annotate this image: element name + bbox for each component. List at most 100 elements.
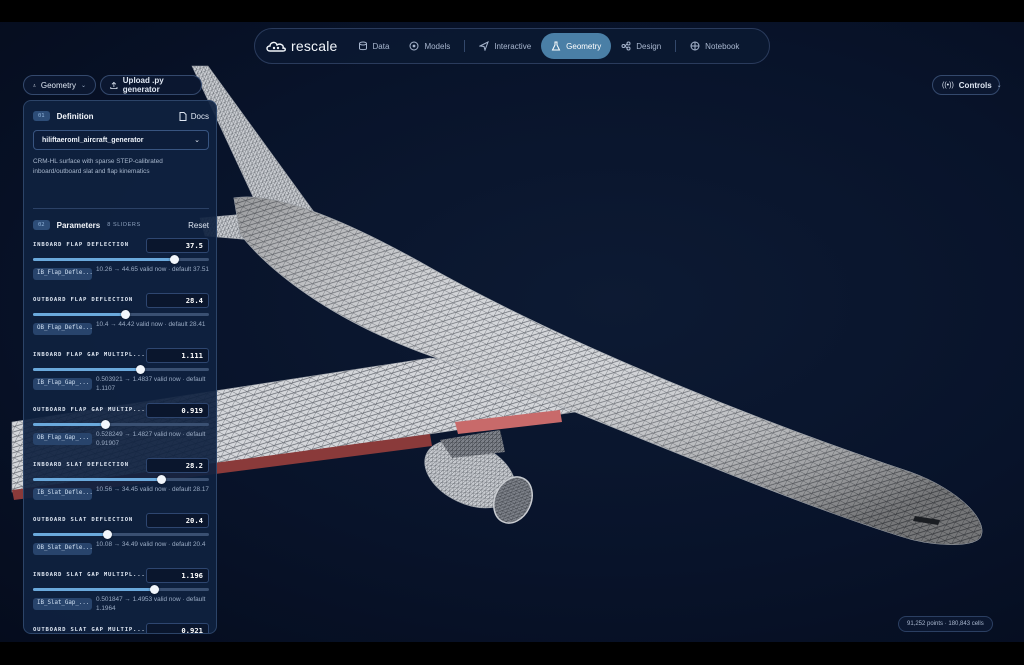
- parameter-tag: OB_Flap_Gap_...: [33, 433, 92, 445]
- nav-data-label: Data: [372, 41, 390, 51]
- geometry-dropdown[interactable]: Geometry ⌄: [23, 75, 96, 95]
- nav-models[interactable]: Models: [399, 33, 460, 59]
- nav-models-label: Models: [424, 41, 451, 51]
- parameter-range: 10.56 → 34.45 valid now · default 28.17: [96, 486, 209, 493]
- mesh-stats: 91,252 points · 180,843 cells: [898, 616, 993, 632]
- geometry-dropdown-label: Geometry: [40, 80, 76, 90]
- document-icon: [179, 111, 187, 121]
- slider-fill: [33, 423, 106, 426]
- parameter-slider[interactable]: [33, 585, 209, 594]
- slider-thumb[interactable]: [102, 530, 112, 539]
- parameter-row: INBOARD FLAP DEFLECTION 37.5 IB_Flap_Def…: [33, 238, 209, 294]
- docs-link[interactable]: Docs: [179, 111, 209, 121]
- nav-geometry-label: Geometry: [566, 41, 602, 51]
- parameter-slider[interactable]: [33, 475, 209, 484]
- parameter-row: OUTBOARD FLAP DEFLECTION 28.4 OB_Flap_De…: [33, 293, 209, 349]
- docs-label: Docs: [190, 111, 209, 121]
- brand-logo[interactable]: rescale: [265, 38, 338, 54]
- nav-design-label: Design: [636, 41, 662, 51]
- slider-fill: [33, 258, 174, 261]
- parameter-value-input[interactable]: 1.111: [146, 348, 209, 363]
- parameter-slider[interactable]: [33, 365, 209, 374]
- parameter-value-input[interactable]: 0.921: [146, 623, 209, 633]
- reset-button[interactable]: Reset: [188, 221, 209, 230]
- parameter-slider[interactable]: [33, 530, 209, 539]
- parameter-tag: IB_Flap_Gap_...: [33, 378, 92, 390]
- parameter-value-input[interactable]: 28.2: [146, 458, 209, 473]
- geometry-panel: 01 Definition Docs hiliftaeroml_aircraft…: [23, 100, 217, 634]
- slider-thumb[interactable]: [101, 420, 111, 429]
- flask-icon: [33, 83, 36, 87]
- parameter-row: OUTBOARD SLAT DEFLECTION 20.4 OB_Slat_De…: [33, 513, 209, 569]
- slider-fill: [33, 368, 141, 371]
- nav-design[interactable]: Design: [611, 33, 671, 59]
- slider-thumb[interactable]: [150, 585, 160, 594]
- parameter-label: INBOARD FLAP GAP MULTIPL...: [33, 352, 146, 358]
- section-number: 02: [33, 220, 50, 230]
- slider-thumb[interactable]: [136, 365, 146, 374]
- parameter-row: INBOARD SLAT DEFLECTION 28.2 IB_Slat_Def…: [33, 458, 209, 514]
- app-window: rescale Data Models Interactive Geometry…: [0, 22, 1024, 642]
- upload-generator-button[interactable]: Upload .py generator: [100, 75, 202, 95]
- slider-count: 8 SLIDERS: [107, 222, 141, 228]
- parameter-tag: OB_Flap_Defle...: [33, 323, 92, 335]
- nav-interactive[interactable]: Interactive: [469, 33, 541, 59]
- nav-interactive-label: Interactive: [494, 41, 532, 51]
- chevron-down-icon: ⌄: [996, 82, 1002, 89]
- section-divider: [33, 208, 209, 209]
- section-number: 01: [33, 111, 50, 121]
- parameter-value-input[interactable]: 28.4: [146, 293, 209, 308]
- parameter-value-input[interactable]: 1.196: [146, 568, 209, 583]
- parameters-title: Parameters: [56, 220, 101, 230]
- chevron-down-icon: ⌄: [194, 137, 200, 144]
- parameter-row: INBOARD FLAP GAP MULTIPL... 1.111 IB_Fla…: [33, 348, 209, 404]
- chevron-down-icon: ⌄: [80, 82, 86, 89]
- parameter-range: 0.501847 → 1.4953 valid now · default 1.…: [96, 596, 206, 612]
- nav-data[interactable]: Data: [348, 33, 400, 59]
- parameter-range: 10.08 → 34.49 valid now · default 20.4: [96, 541, 206, 548]
- nav-separator: [675, 40, 677, 52]
- parameter-slider[interactable]: [33, 255, 209, 264]
- definition-title: Definition: [56, 111, 94, 121]
- slider-thumb[interactable]: [169, 255, 179, 264]
- generator-select-value: hiliftaeroml_aircraft_generator: [42, 136, 144, 144]
- parameter-value-input[interactable]: 37.5: [146, 238, 209, 253]
- parameter-tag: IB_Slat_Defle...: [33, 488, 92, 500]
- controls-dropdown[interactable]: ((•)) Controls ⌄: [932, 75, 1002, 95]
- send-icon: [479, 41, 490, 51]
- brand-name: rescale: [291, 38, 338, 54]
- parameter-slider[interactable]: [33, 420, 209, 429]
- parameter-tag: IB_Slat_Gap_...: [33, 598, 92, 610]
- parameter-value-input[interactable]: 20.4: [146, 513, 209, 528]
- definition-header: 01 Definition Docs: [33, 111, 209, 121]
- rescale-logo-icon: [266, 41, 286, 52]
- parameter-slider[interactable]: [33, 310, 209, 319]
- parameter-label: OUTBOARD FLAP DEFLECTION: [33, 297, 134, 303]
- parameter-range: 0.528249 → 1.4827 valid now · default 0.…: [96, 431, 206, 447]
- parameter-range: 0.503921 → 1.4837 valid now · default 1.…: [96, 376, 206, 392]
- nav-geometry[interactable]: Geometry: [541, 33, 612, 59]
- slider-fill: [33, 313, 125, 316]
- top-navbar: rescale Data Models Interactive Geometry…: [254, 28, 770, 64]
- parameter-row: OUTBOARD SLAT GAP MULTIP... 0.921: [33, 623, 209, 633]
- slider-thumb[interactable]: [120, 310, 130, 319]
- definition-description: CRM-HL surface with sparse STEP-calibrat…: [33, 158, 163, 175]
- parameter-row: OUTBOARD FLAP GAP MULTIP... 0.919 OB_Fla…: [33, 403, 209, 459]
- nav-separator: [464, 40, 466, 52]
- parameter-range: 10.26 → 44.65 valid now · default 37.51: [96, 266, 209, 273]
- parameter-label: INBOARD SLAT GAP MULTIPL...: [33, 572, 146, 578]
- parameter-range: 10.4 → 44.42 valid now · default 28.41: [96, 321, 206, 328]
- notebook-icon: [690, 41, 700, 51]
- upload-generator-label: Upload .py generator: [122, 76, 164, 94]
- parameter-label: OUTBOARD FLAP GAP MULTIP...: [33, 407, 146, 413]
- parameter-value-input[interactable]: 0.919: [146, 403, 209, 418]
- slider-fill: [33, 478, 162, 481]
- parameter-label: OUTBOARD SLAT GAP MULTIP...: [33, 627, 146, 633]
- parameter-label: INBOARD FLAP DEFLECTION: [33, 242, 129, 248]
- parameter-tag: OB_Slat_Defle...: [33, 543, 92, 555]
- slider-thumb[interactable]: [157, 475, 167, 484]
- nav-notebook[interactable]: Notebook: [680, 33, 749, 59]
- database-icon: [358, 41, 367, 51]
- parameter-row: INBOARD SLAT GAP MULTIPL... 1.196 IB_Sla…: [33, 568, 209, 624]
- generator-select[interactable]: hiliftaeroml_aircraft_generator ⌄: [33, 130, 209, 150]
